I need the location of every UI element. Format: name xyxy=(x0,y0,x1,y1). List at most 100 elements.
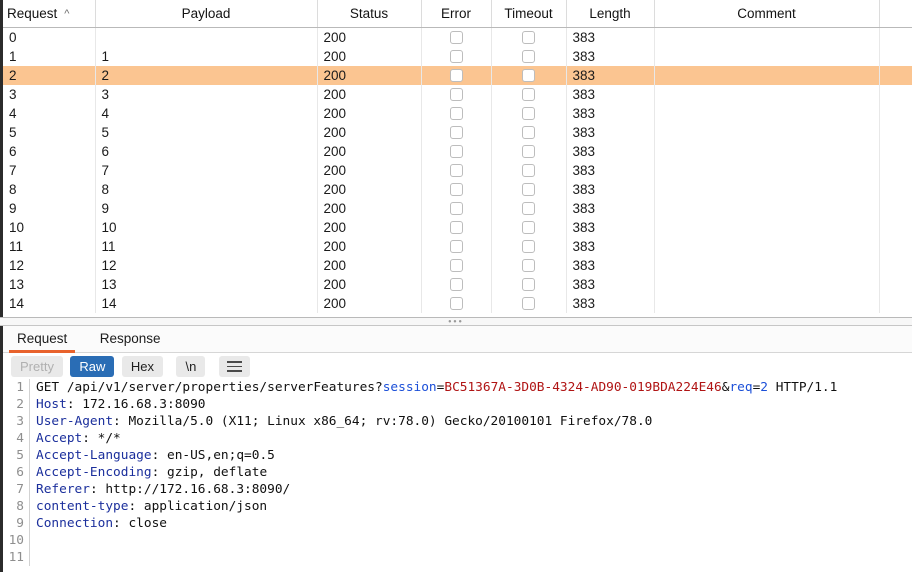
code-token-plain: GET /api/v1/server/properties/serverFeat… xyxy=(36,380,383,395)
line-number: 8 xyxy=(3,498,30,515)
error-checkbox[interactable] xyxy=(449,31,463,45)
error-checkbox[interactable] xyxy=(449,69,463,83)
timeout-checkbox[interactable] xyxy=(522,183,535,197)
error-checkbox[interactable] xyxy=(449,164,463,178)
error-checkbox[interactable] xyxy=(449,183,463,197)
error-checkbox[interactable] xyxy=(449,202,463,216)
table-row[interactable]: 12 12 200 383 xyxy=(3,255,912,275)
code-line: 6 Accept-Encoding: gzip, deflate xyxy=(3,464,912,481)
timeout-checkbox[interactable] xyxy=(522,50,535,64)
cell-timeout xyxy=(491,236,567,256)
cell-timeout xyxy=(491,160,567,180)
error-checkbox[interactable] xyxy=(449,88,463,102)
table-row[interactable]: 5 5 200 383 xyxy=(3,122,912,142)
table-row[interactable]: 1 1 200 383 xyxy=(3,46,912,66)
timeout-checkbox[interactable] xyxy=(522,164,535,178)
column-header-status[interactable]: Status xyxy=(317,0,422,28)
line-text[interactable]: content-type: application/json xyxy=(30,498,908,515)
error-checkbox[interactable] xyxy=(449,297,463,311)
table-row[interactable]: 6 6 200 383 xyxy=(3,141,912,161)
cell-spacer xyxy=(879,66,912,85)
error-checkbox[interactable] xyxy=(449,278,463,292)
panel-splitter[interactable]: ••• xyxy=(0,317,912,326)
line-text[interactable]: Accept-Language: en-US,en;q=0.5 xyxy=(30,447,908,464)
tab-response[interactable]: Response xyxy=(86,326,175,353)
table-row[interactable]: 8 8 200 383 xyxy=(3,179,912,199)
cell-comment xyxy=(654,27,880,47)
cell-spacer xyxy=(879,104,912,123)
cell-spacer xyxy=(879,275,912,294)
line-text[interactable]: Accept-Encoding: gzip, deflate xyxy=(30,464,908,481)
cell-length: 383 xyxy=(566,103,655,123)
table-row[interactable]: 0 200 383 xyxy=(3,27,912,47)
error-checkbox[interactable] xyxy=(449,221,463,235)
cell-status: 200 xyxy=(317,293,422,313)
cell-timeout xyxy=(491,255,567,275)
error-checkbox[interactable] xyxy=(449,259,463,273)
format-button-pretty[interactable]: Pretty xyxy=(11,356,63,377)
cell-comment xyxy=(654,65,880,85)
error-checkbox[interactable] xyxy=(449,145,463,159)
line-text[interactable]: Host: 172.16.68.3:8090 xyxy=(30,396,908,413)
timeout-checkbox[interactable] xyxy=(522,88,535,102)
timeout-checkbox[interactable] xyxy=(522,31,535,45)
column-header-comment[interactable]: Comment xyxy=(654,0,880,28)
timeout-checkbox[interactable] xyxy=(522,107,535,121)
column-header-timeout[interactable]: Timeout xyxy=(491,0,567,28)
column-header-request[interactable]: Request ^ xyxy=(3,0,96,28)
table-row[interactable]: 4 4 200 383 xyxy=(3,103,912,123)
timeout-checkbox[interactable] xyxy=(522,240,535,254)
line-text[interactable]: Referer: http://172.16.68.3:8090/ xyxy=(30,481,908,498)
error-checkbox[interactable] xyxy=(449,50,463,64)
timeout-checkbox[interactable] xyxy=(522,145,535,159)
table-row[interactable]: 2 2 200 383 xyxy=(3,65,912,85)
code-line: 10 xyxy=(3,532,912,549)
cell-length: 383 xyxy=(566,293,655,313)
error-checkbox[interactable] xyxy=(449,240,463,254)
line-number: 1 xyxy=(3,379,30,396)
table-row[interactable]: 7 7 200 383 xyxy=(3,160,912,180)
splitter-grip-icon: ••• xyxy=(448,316,464,326)
table-row[interactable]: 14 14 200 383 xyxy=(3,293,912,313)
cell-payload: 13 xyxy=(95,274,318,294)
format-button-newline[interactable]: \n xyxy=(176,356,206,377)
column-header-length[interactable]: Length xyxy=(566,0,655,28)
table-row[interactable]: 10 10 200 383 xyxy=(3,217,912,237)
format-button-hex[interactable]: Hex xyxy=(121,356,164,377)
code-token-hdr: Connection xyxy=(36,516,114,531)
timeout-checkbox[interactable] xyxy=(522,278,535,292)
code-line: 3 User-Agent: Mozilla/5.0 (X11; Linux x86… xyxy=(3,413,912,430)
code-line: 8 content-type: application/json xyxy=(3,498,912,515)
code-token-value: BC51367A-3D0B-4324-AD90-019BDA224E46 xyxy=(444,380,722,395)
cell-payload: 5 xyxy=(95,122,318,142)
error-checkbox[interactable] xyxy=(449,126,463,140)
cell-payload: 4 xyxy=(95,103,318,123)
table-row[interactable]: 9 9 200 383 xyxy=(3,198,912,218)
table-row[interactable]: 13 13 200 383 xyxy=(3,274,912,294)
column-header-payload[interactable]: Payload xyxy=(95,0,318,28)
line-text[interactable]: GET /api/v1/server/properties/serverFeat… xyxy=(30,379,908,396)
cell-status: 200 xyxy=(317,255,422,275)
cell-comment xyxy=(654,274,880,294)
format-button-raw[interactable]: Raw xyxy=(70,356,115,377)
cell-length: 383 xyxy=(566,84,655,104)
timeout-checkbox[interactable] xyxy=(522,221,535,235)
table-row[interactable]: 11 11 200 383 xyxy=(3,236,912,256)
cell-error xyxy=(421,122,492,142)
timeout-checkbox[interactable] xyxy=(522,126,535,140)
table-row[interactable]: 3 3 200 383 xyxy=(3,84,912,104)
timeout-checkbox[interactable] xyxy=(522,69,535,83)
format-menu-button[interactable] xyxy=(218,356,250,377)
code-token-param: session xyxy=(382,380,437,395)
line-text[interactable]: Connection: close xyxy=(30,515,908,532)
error-checkbox[interactable] xyxy=(449,107,463,121)
http-message-code-view[interactable]: 1 GET /api/v1/server/properties/serverFea… xyxy=(3,379,912,568)
column-header-error[interactable]: Error xyxy=(421,0,492,28)
timeout-checkbox[interactable] xyxy=(522,297,535,311)
cell-error xyxy=(421,160,492,180)
line-text[interactable]: User-Agent: Mozilla/5.0 (X11; Linux x86_… xyxy=(30,413,908,430)
timeout-checkbox[interactable] xyxy=(522,202,535,216)
timeout-checkbox[interactable] xyxy=(522,259,535,273)
line-text[interactable]: Accept: */* xyxy=(30,430,908,447)
tab-request[interactable]: Request xyxy=(3,326,81,353)
